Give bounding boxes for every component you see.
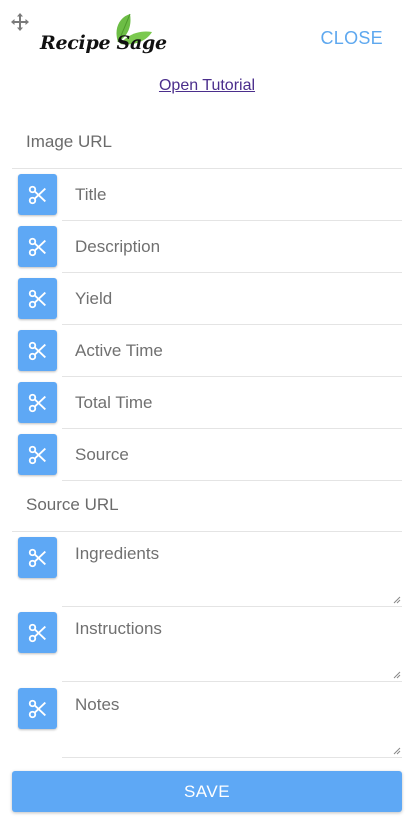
- yield-field[interactable]: Yield: [62, 273, 402, 325]
- total-time-clip-button[interactable]: [18, 382, 57, 423]
- source-url-row[interactable]: Source URL: [12, 480, 402, 532]
- scissors-icon: [28, 237, 46, 256]
- open-tutorial-link[interactable]: Open Tutorial: [0, 77, 414, 95]
- scissors-icon: [28, 548, 46, 567]
- close-button[interactable]: CLOSE: [320, 28, 383, 49]
- title-clip-button[interactable]: [18, 174, 57, 215]
- instructions-textarea[interactable]: Instructions: [62, 606, 402, 682]
- scissors-icon: [28, 393, 46, 412]
- active-time-clip-button[interactable]: [18, 330, 57, 371]
- notes-clip-button[interactable]: [18, 688, 57, 729]
- active-time-label: Active Time: [75, 341, 163, 360]
- notes-label: Notes: [75, 695, 120, 714]
- ingredients-clip-button[interactable]: [18, 537, 57, 578]
- ingredients-textarea[interactable]: Ingredients: [62, 531, 402, 607]
- instructions-clip-button[interactable]: [18, 612, 57, 653]
- title-label: Title: [75, 185, 107, 204]
- total-time-field[interactable]: Total Time: [62, 377, 402, 429]
- scissors-icon: [28, 289, 46, 308]
- scissors-icon: [28, 623, 46, 642]
- image-url-label: Image URL: [26, 132, 112, 151]
- notes-textarea[interactable]: Notes: [62, 682, 402, 758]
- source-url-label: Source URL: [26, 495, 119, 514]
- scissors-icon: [28, 699, 46, 718]
- description-clip-button[interactable]: [18, 226, 57, 267]
- yield-label: Yield: [75, 289, 113, 308]
- yield-clip-button[interactable]: [18, 278, 57, 319]
- resize-handle-icon[interactable]: [393, 747, 401, 755]
- ingredients-label: Ingredients: [75, 544, 160, 563]
- description-label: Description: [75, 237, 161, 256]
- total-time-label: Total Time: [75, 393, 153, 412]
- instructions-label: Instructions: [75, 619, 162, 638]
- scissors-icon: [28, 185, 46, 204]
- active-time-field[interactable]: Active Time: [62, 325, 402, 377]
- move-icon[interactable]: [11, 13, 29, 31]
- resize-handle-icon[interactable]: [393, 671, 401, 679]
- save-button[interactable]: SAVE: [12, 771, 402, 812]
- scissors-icon: [28, 341, 46, 360]
- source-label: Source: [75, 445, 129, 464]
- title-field[interactable]: Title: [62, 169, 402, 221]
- resize-handle-icon[interactable]: [393, 596, 401, 604]
- recipe-sage-logo: Recipe Sage: [38, 12, 167, 60]
- source-field[interactable]: Source: [62, 429, 402, 481]
- image-url-row[interactable]: Image URL: [12, 117, 402, 169]
- description-field[interactable]: Description: [62, 221, 402, 273]
- source-clip-button[interactable]: [18, 434, 57, 475]
- logo-text: Recipe Sage: [40, 32, 167, 54]
- scissors-icon: [28, 445, 46, 464]
